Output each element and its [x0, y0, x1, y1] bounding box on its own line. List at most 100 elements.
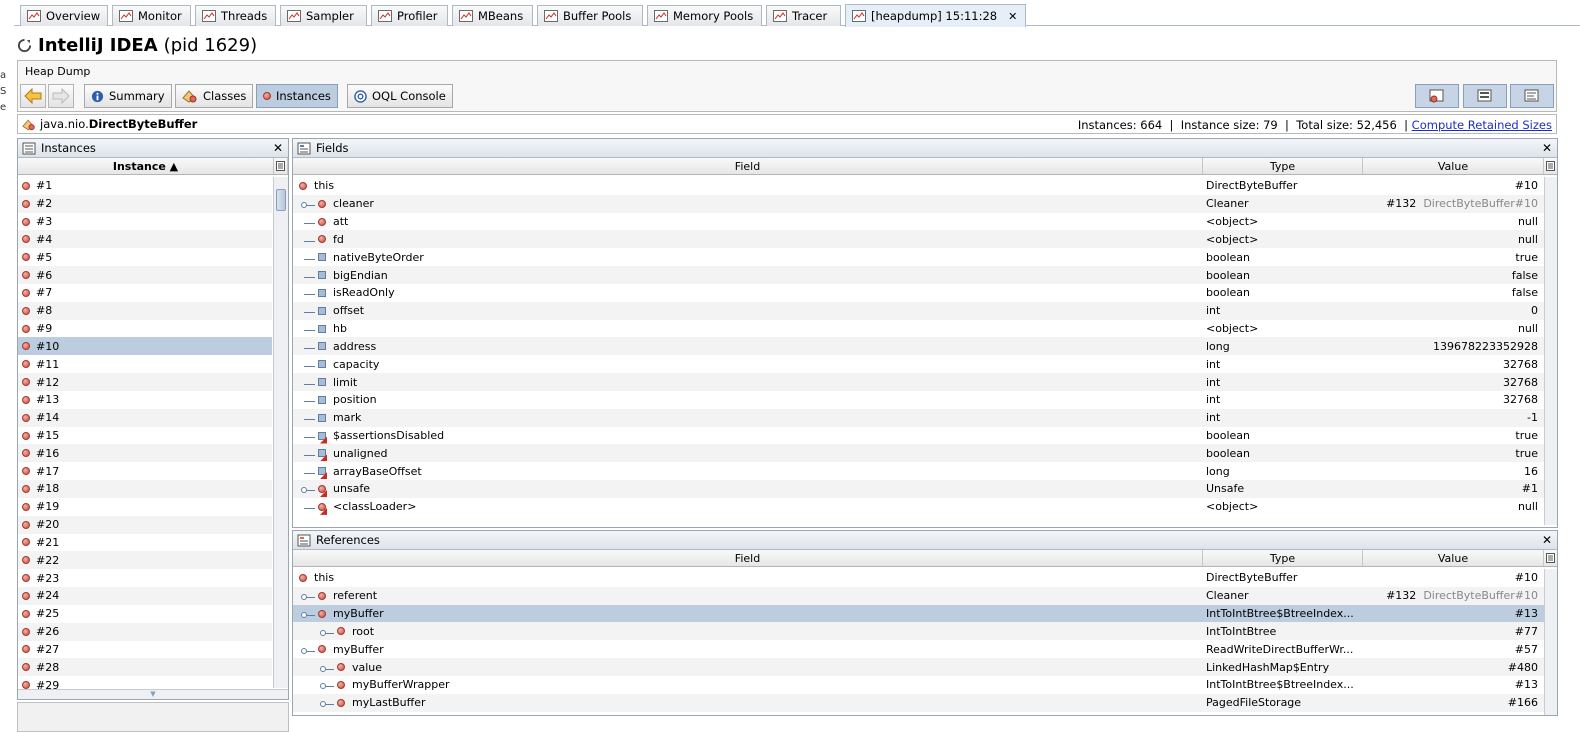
view-option-button-3[interactable] [1510, 84, 1554, 108]
expand-handle-icon[interactable] [320, 683, 326, 690]
reference-row[interactable]: myBufferWrapper IntToIntBtree$BtreeIndex.… [293, 676, 1544, 694]
reference-row[interactable]: referent Cleaner #132 DirectByteBuffer#10 [293, 586, 1544, 605]
tab-sampler[interactable]: Sampler [280, 5, 367, 26]
tab-profiler[interactable]: Profiler [371, 5, 448, 26]
reference-row[interactable]: root IntToIntBtree #77 [293, 622, 1544, 641]
field-row[interactable]: hb <object> null [293, 320, 1544, 338]
expand-handle-icon[interactable] [301, 594, 307, 601]
classes-view-button[interactable]: Classes [175, 84, 254, 108]
instance-row[interactable]: #13 [18, 391, 272, 409]
type-column[interactable]: Type [1203, 550, 1363, 566]
tab-memory-pools[interactable]: Memory Pools [647, 5, 762, 26]
reference-row[interactable]: myLastBuffer PagedFileStorage #166 [293, 693, 1544, 712]
expand-handle-icon[interactable] [320, 629, 326, 636]
column-chooser-icon[interactable] [1544, 550, 1557, 566]
instances-scrollbar[interactable] [273, 177, 288, 688]
field-row[interactable]: limit int 32768 [293, 373, 1544, 391]
reference-row[interactable]: myBuffer ReadWriteDirectBufferWr... #57 [293, 640, 1544, 658]
view-option-button-1[interactable] [1415, 84, 1459, 108]
field-row[interactable]: arrayBaseOffset long 16 [293, 462, 1544, 480]
field-row[interactable]: cleaner Cleaner #132 DirectByteBuffer#10 [293, 194, 1544, 213]
field-row[interactable]: nativeByteOrder boolean true [293, 248, 1544, 266]
value-column[interactable]: Value [1363, 550, 1544, 566]
fields-scrollbar[interactable] [1544, 177, 1557, 525]
reference-row[interactable]: value LinkedHashMap$Entry #480 [293, 658, 1544, 676]
field-row[interactable]: unaligned boolean true [293, 444, 1544, 463]
type-column[interactable]: Type [1203, 158, 1363, 174]
expand-handle-icon[interactable] [320, 701, 326, 708]
tab-mbeans[interactable]: MBeans [452, 5, 533, 26]
field-row[interactable]: capacity int 32768 [293, 355, 1544, 373]
instance-row[interactable]: #24 [18, 587, 272, 605]
close-icon[interactable]: ✕ [1542, 533, 1552, 547]
instance-row[interactable]: #25 [18, 605, 272, 623]
instance-row[interactable]: #1 [18, 177, 272, 195]
tab-buffer-pools[interactable]: Buffer Pools [537, 5, 643, 26]
tab-heapdump-15-11-28[interactable]: [heapdump] 15:11:28 ✕ [845, 4, 1026, 27]
oql-console-view-button[interactable]: OQL Console [347, 84, 453, 108]
expand-handle-icon[interactable] [301, 202, 307, 209]
instance-row[interactable]: #7 [18, 284, 272, 302]
field-column[interactable]: Field [293, 550, 1203, 566]
forward-button[interactable] [48, 84, 74, 108]
field-row[interactable]: mark int -1 [293, 408, 1544, 427]
column-chooser-icon[interactable] [274, 158, 288, 174]
instance-row[interactable]: #27 [18, 641, 272, 659]
field-row[interactable]: $assertionsDisabled boolean true [293, 427, 1544, 445]
expand-handle-icon[interactable] [320, 665, 326, 672]
reference-row[interactable]: this DirectByteBuffer #10 [293, 569, 1544, 587]
instance-row[interactable]: #21 [18, 534, 272, 552]
tab-threads[interactable]: Threads [195, 5, 276, 26]
field-row[interactable]: fd <object> null [293, 230, 1544, 249]
instance-row[interactable]: #5 [18, 248, 272, 266]
references-scrollbar[interactable] [1544, 569, 1557, 715]
field-row[interactable]: unsafe Unsafe #1 [293, 480, 1544, 498]
field-row[interactable]: offset int 0 [293, 301, 1544, 320]
instance-row[interactable]: #9 [18, 320, 272, 338]
instance-row[interactable]: #28 [18, 658, 272, 677]
instance-row[interactable]: #18 [18, 480, 272, 498]
instances-more-handle[interactable]: ▼ [18, 689, 288, 699]
expand-handle-icon[interactable] [301, 487, 307, 494]
field-row[interactable]: <classLoader> <object> null [293, 498, 1544, 516]
instance-row[interactable]: #19 [18, 498, 272, 516]
collapse-handle-icon[interactable] [301, 647, 307, 654]
instance-row[interactable]: #3 [18, 213, 272, 231]
scrollbar-thumb[interactable] [276, 189, 286, 211]
field-row[interactable]: isReadOnly boolean false [293, 284, 1544, 302]
value-column[interactable]: Value [1363, 158, 1544, 174]
instance-column[interactable]: Instance ▲ [18, 158, 274, 174]
tab-overview[interactable]: Overview [20, 5, 108, 26]
field-row[interactable]: bigEndian boolean false [293, 266, 1544, 284]
view-option-button-2[interactable] [1463, 84, 1507, 108]
instance-row[interactable]: #20 [18, 515, 272, 534]
instance-row[interactable]: #11 [18, 355, 272, 373]
close-icon[interactable]: ✕ [273, 141, 283, 155]
instance-row[interactable]: #12 [18, 373, 272, 391]
instance-row[interactable]: #22 [18, 551, 272, 570]
instance-row[interactable]: #14 [18, 408, 272, 427]
collapse-handle-icon[interactable] [301, 612, 307, 619]
instance-row[interactable]: #6 [18, 266, 272, 284]
tab-tracer[interactable]: Tracer [766, 5, 841, 26]
back-button[interactable] [20, 84, 46, 108]
instance-row[interactable]: #17 [18, 462, 272, 480]
instance-row[interactable]: #2 [18, 194, 272, 213]
instance-row[interactable]: #8 [18, 301, 272, 320]
field-row[interactable]: att <object> null [293, 213, 1544, 231]
summary-view-button[interactable]: Summary [84, 84, 172, 108]
instance-row[interactable]: #23 [18, 569, 272, 587]
reference-row[interactable]: myBuffer IntToIntBtree$BtreeIndex... #13 [293, 604, 1544, 623]
field-row[interactable]: address long 139678223352928 [293, 337, 1544, 356]
tab-monitor[interactable]: Monitor [112, 5, 191, 26]
compute-retained-sizes-link[interactable]: Compute Retained Sizes [1412, 118, 1552, 132]
instance-row[interactable]: #15 [18, 427, 272, 445]
close-icon[interactable]: ✕ [1542, 141, 1552, 155]
field-column[interactable]: Field [293, 158, 1203, 174]
instance-row[interactable]: #4 [18, 230, 272, 249]
instances-view-button[interactable]: Instances [256, 84, 338, 108]
field-row[interactable]: this DirectByteBuffer #10 [293, 177, 1544, 195]
close-tab-icon[interactable]: ✕ [1008, 10, 1017, 23]
instance-row[interactable]: #26 [18, 622, 272, 641]
field-row[interactable]: position int 32768 [293, 391, 1544, 409]
